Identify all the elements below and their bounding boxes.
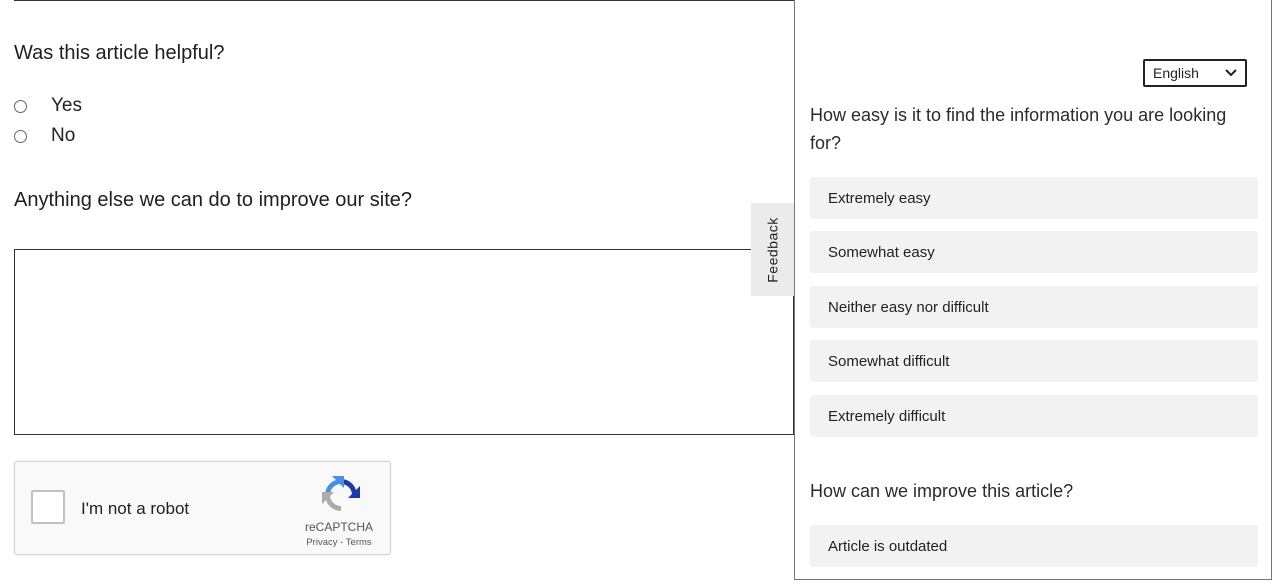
survey-question-ease: How easy is it to find the information y… — [810, 105, 1227, 153]
recaptcha-logo-icon — [322, 476, 360, 511]
language-select[interactable]: English — [1143, 59, 1247, 87]
helpful-option-yes[interactable]: Yes — [14, 95, 82, 117]
improve-question: Anything else we can do to improve our s… — [14, 189, 412, 211]
option-article-outdated[interactable]: Article is outdated — [810, 525, 1258, 567]
option-somewhat-easy[interactable]: Somewhat easy — [810, 231, 1258, 273]
recaptcha-widget: I'm not a robot reCAPTCHA Privacy - Term… — [14, 461, 391, 555]
language-select-value[interactable]: English — [1153, 65, 1199, 81]
option-neither-easy-nor-difficult[interactable]: Neither easy nor difficult — [810, 286, 1258, 328]
privacy-link[interactable]: Privacy — [306, 537, 337, 548]
radio-yes[interactable] — [14, 99, 27, 113]
option-somewhat-difficult[interactable]: Somewhat difficult — [810, 340, 1258, 382]
radio-no[interactable] — [14, 129, 27, 143]
top-divider — [14, 0, 794, 1]
link-separator: - — [337, 537, 346, 548]
feedback-survey-panel: English How easy is it to find the infor… — [794, 0, 1272, 580]
helpful-option-no[interactable]: No — [14, 125, 75, 147]
feedback-tab-label[interactable]: Feedback — [765, 217, 781, 282]
option-extremely-difficult[interactable]: Extremely difficult — [810, 395, 1258, 437]
recaptcha-checkbox[interactable] — [31, 490, 65, 524]
chevron-down-icon[interactable] — [1225, 69, 1237, 77]
radio-yes-label[interactable]: Yes — [51, 95, 82, 117]
radio-no-label[interactable]: No — [51, 125, 75, 147]
improve-textarea[interactable] — [14, 249, 794, 435]
terms-link[interactable]: Terms — [346, 537, 372, 548]
helpful-question: Was this article helpful? — [14, 42, 225, 64]
recaptcha-label: I'm not a robot — [81, 499, 190, 518]
option-extremely-easy[interactable]: Extremely easy — [810, 177, 1258, 219]
survey-question-improve: How can we improve this article? — [810, 481, 1074, 501]
recaptcha-brand: reCAPTCHA — [304, 520, 373, 534]
recaptcha-links: Privacy - Terms — [297, 537, 381, 548]
feedback-tab[interactable]: Feedback — [751, 203, 794, 296]
